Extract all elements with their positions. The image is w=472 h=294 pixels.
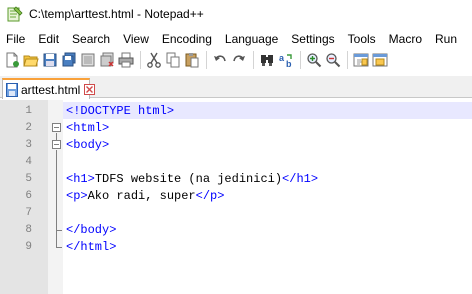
document-tab-bar: arttest.html bbox=[0, 76, 472, 99]
code-editor[interactable]: 1 <!DOCTYPE html> 2 <html> 3 <body> 4 5 <h1>TDFS… bbox=[0, 100, 472, 294]
svg-text:a: a bbox=[279, 53, 285, 63]
fold-toggle-html[interactable] bbox=[52, 122, 61, 132]
editor-line[interactable]: 9 </html> bbox=[0, 238, 472, 255]
line-number: 6 bbox=[25, 189, 32, 202]
new-file-icon[interactable] bbox=[3, 51, 21, 69]
menu-tools[interactable]: Tools bbox=[342, 32, 376, 46]
line-number: 1 bbox=[25, 104, 32, 117]
sync-horizontal-icon[interactable] bbox=[371, 51, 389, 69]
zoom-in-icon[interactable] bbox=[305, 51, 323, 69]
html-tag-token: </p> bbox=[195, 188, 225, 203]
svg-text:b: b bbox=[286, 59, 292, 68]
text-token: TDFS website (na jedinici) bbox=[94, 171, 283, 186]
line-number: 9 bbox=[25, 240, 32, 253]
toolbar-separator bbox=[347, 51, 348, 69]
code-text: <p>Ako radi, super</p> bbox=[66, 189, 224, 203]
html-tag-token: </html> bbox=[66, 239, 117, 254]
menu-encoding[interactable]: Encoding bbox=[156, 32, 212, 46]
editor-line[interactable]: 2 <html> bbox=[0, 119, 472, 136]
html-tag-token: <p> bbox=[66, 188, 88, 203]
code-text: <!DOCTYPE html> bbox=[66, 104, 174, 118]
menu-search[interactable]: Search bbox=[66, 32, 110, 46]
html-tag-token: </body> bbox=[66, 222, 117, 237]
menu-settings[interactable]: Settings bbox=[285, 32, 334, 46]
code-text: </html> bbox=[66, 240, 116, 254]
editor-line[interactable]: 3 <body> bbox=[0, 136, 472, 153]
file-saved-icon bbox=[6, 82, 18, 97]
line-number: 5 bbox=[25, 172, 32, 185]
toolbar-separator bbox=[300, 51, 301, 69]
text-token: Ako radi, super bbox=[87, 188, 196, 203]
editor-line[interactable]: 1 <!DOCTYPE html> bbox=[0, 102, 472, 119]
fold-guide-line bbox=[56, 149, 57, 247]
print-icon[interactable] bbox=[117, 51, 135, 69]
html-tag-token: <body> bbox=[66, 137, 110, 152]
line-number: 7 bbox=[25, 206, 32, 219]
html-tag-token: </h1> bbox=[282, 171, 319, 186]
window-title: C:\temp\arttest.html - Notepad++ bbox=[29, 7, 204, 21]
toolbar-separator bbox=[140, 51, 141, 69]
sync-vertical-icon[interactable] bbox=[352, 51, 370, 69]
fold-toggle-body[interactable] bbox=[52, 139, 61, 149]
menu-edit[interactable]: Edit bbox=[32, 32, 59, 46]
save-all-icon[interactable] bbox=[60, 51, 78, 69]
toolbar-separator bbox=[253, 51, 254, 69]
toolbar: ab bbox=[0, 49, 472, 71]
menu-macro[interactable]: Macro bbox=[383, 32, 422, 46]
editor-line[interactable]: 7 bbox=[0, 204, 472, 221]
line-number: 8 bbox=[25, 223, 32, 236]
paste-icon[interactable] bbox=[183, 51, 201, 69]
title-bar: C:\temp\arttest.html - Notepad++ bbox=[0, 0, 472, 28]
save-icon[interactable] bbox=[41, 51, 59, 69]
open-file-icon[interactable] bbox=[22, 51, 40, 69]
html-tag-token: <html> bbox=[66, 120, 110, 135]
line-number: 2 bbox=[25, 121, 32, 134]
menu-run[interactable]: Run bbox=[429, 32, 457, 46]
fold-guide-line bbox=[56, 132, 57, 140]
close-tab-icon[interactable] bbox=[84, 84, 96, 95]
redo-icon[interactable] bbox=[230, 51, 248, 69]
fold-end-marker bbox=[56, 246, 62, 248]
html-tag-token: <!DOCTYPE html> bbox=[66, 103, 175, 118]
code-text: <body> bbox=[66, 138, 109, 152]
replace-icon[interactable]: ab bbox=[277, 51, 295, 69]
cut-icon[interactable] bbox=[145, 51, 163, 69]
zoom-out-icon[interactable] bbox=[324, 51, 342, 69]
fold-end-marker bbox=[56, 229, 62, 231]
toolbar-separator bbox=[206, 51, 207, 69]
html-tag-token: <h1> bbox=[66, 171, 95, 186]
menu-bar: File Edit Search View Encoding Language Settin… bbox=[0, 29, 472, 48]
menu-view[interactable]: View bbox=[117, 32, 149, 46]
tab-arttest-html[interactable]: arttest.html bbox=[2, 78, 96, 99]
code-text: <h1>TDFS website (na jedinici)</h1> bbox=[66, 172, 318, 186]
tab-label: arttest.html bbox=[21, 82, 81, 97]
editor-line[interactable]: 8 </body> bbox=[0, 221, 472, 238]
notepad-plus-plus-app-icon[interactable] bbox=[7, 6, 23, 22]
editor-line[interactable]: 6 <p>Ako radi, super</p> bbox=[0, 187, 472, 204]
menu-language[interactable]: Language bbox=[219, 32, 278, 46]
editor-line[interactable]: 5 <h1>TDFS website (na jedinici)</h1> bbox=[0, 170, 472, 187]
code-text: <html> bbox=[66, 121, 109, 135]
code-text: </body> bbox=[66, 223, 116, 237]
close-all-icon[interactable] bbox=[98, 51, 116, 69]
copy-icon[interactable] bbox=[164, 51, 182, 69]
line-number: 3 bbox=[25, 138, 32, 151]
editor-line[interactable]: 4 bbox=[0, 153, 472, 170]
undo-icon[interactable] bbox=[211, 51, 229, 69]
close-icon[interactable] bbox=[79, 51, 97, 69]
line-number: 4 bbox=[25, 155, 32, 168]
find-icon[interactable] bbox=[258, 51, 276, 69]
menu-file[interactable]: File bbox=[0, 32, 25, 46]
